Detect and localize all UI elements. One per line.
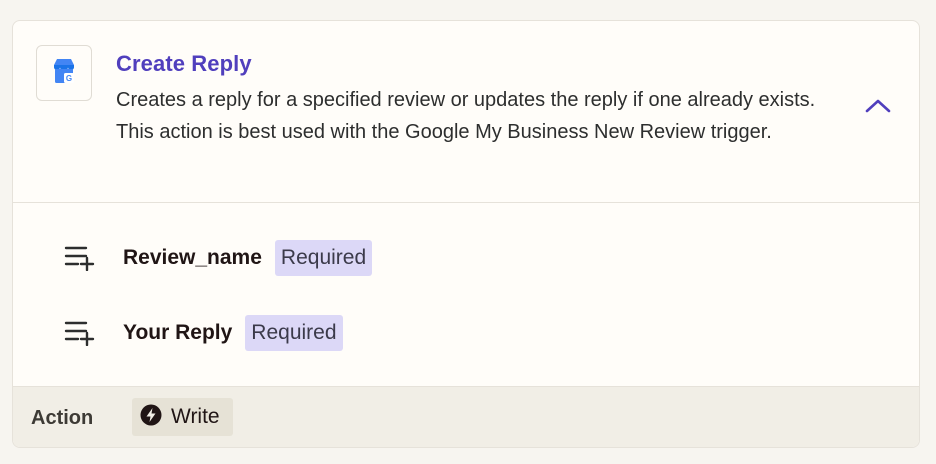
required-badge: Required	[274, 240, 373, 276]
app-icon-tile: G	[36, 45, 92, 101]
list-add-icon	[63, 241, 97, 275]
collapse-button[interactable]	[862, 92, 894, 124]
list-add-icon	[63, 316, 97, 350]
action-type-label: Write	[171, 405, 220, 428]
chevron-up-icon	[865, 98, 891, 119]
field-name: Your Reply	[123, 321, 233, 344]
field-name: Review_name	[123, 246, 262, 269]
action-type-pill: Write	[132, 398, 233, 436]
footer-label: Action	[31, 407, 94, 429]
svg-text:G: G	[66, 74, 72, 83]
action-description: Creates a reply for a specified review o…	[116, 89, 816, 143]
action-footer: Action Write	[13, 386, 919, 447]
action-header[interactable]: G Create Reply Creates a reply for a spe…	[13, 21, 919, 203]
google-my-business-icon: G	[49, 56, 79, 91]
field-row-your-reply[interactable]: Your Reply Required	[63, 313, 343, 353]
action-title: Create Reply	[116, 51, 252, 76]
required-badge: Required	[245, 315, 343, 351]
lightning-icon	[140, 404, 162, 431]
action-card: G Create Reply Creates a reply for a spe…	[12, 20, 920, 448]
field-row-review-name[interactable]: Review_name Required	[63, 238, 373, 278]
